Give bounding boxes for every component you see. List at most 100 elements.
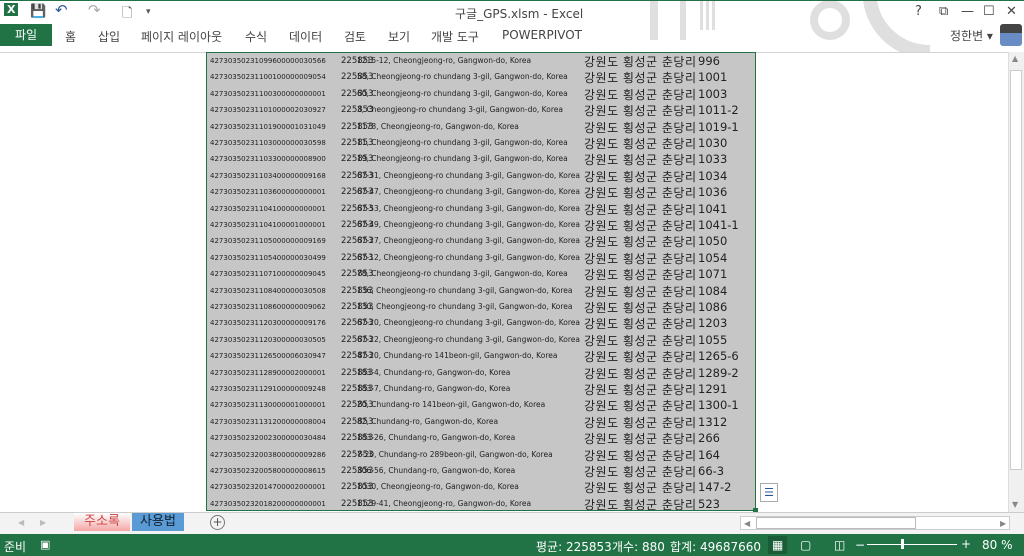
user-account[interactable]: 정한변 ▾ [950,27,993,44]
cell-region[interactable]: 강원도 횡성군 춘당리 [584,283,697,300]
horizontal-scroll-thumb[interactable] [756,517,916,529]
cell-id[interactable]: 42730350231107100000009045 [210,270,326,278]
cell-id[interactable]: 42730350231120300000009176 [210,319,326,327]
cell-region[interactable]: 강원도 횡성군 춘당리 [584,168,697,185]
avatar[interactable] [1000,24,1022,46]
cell-lot-number[interactable]: 1041-1 [698,218,739,232]
cell-region[interactable]: 강원도 횡성군 춘당리 [584,414,697,431]
add-sheet-button[interactable]: + [210,515,225,530]
tab-view[interactable]: 보기 [388,28,410,45]
table-row[interactable]: 42730350231130000001000001 225853 20, Chun… [207,397,755,413]
table-row[interactable]: 42730350231101000002030927 225853 3, Cheon… [207,102,755,118]
table-row[interactable]: 42730350231103000000030598 225853 11, Cheo… [207,135,755,151]
cell-region[interactable]: 강원도 횡성군 춘당리 [584,250,697,267]
cell-region[interactable]: 강원도 횡성군 춘당리 [584,332,697,349]
cell-lot-number[interactable]: 996 [698,54,720,68]
ribbon-display-icon[interactable]: ⧉ [939,4,948,19]
customize-qat-icon[interactable]: ▾ [146,7,151,17]
table-row[interactable]: 42730350231131200000008004 225853 82, Chun… [207,414,755,430]
cell-id[interactable]: 42730350232003800000009286 [210,451,326,459]
cell-address[interactable]: 82, Chundang-ro, Gangwon-do, Korea [357,417,583,426]
cell-lot-number[interactable]: 1001 [698,70,727,84]
cell-region[interactable]: 강원도 횡성군 춘당리 [584,496,697,510]
scroll-right-icon[interactable]: ▶ [1000,519,1006,528]
cell-lot-number[interactable]: 523 [698,497,720,510]
cell-address[interactable]: 1178, Cheongjeong-ro, Gangwon-do, Korea [357,122,583,131]
cell-address[interactable]: 183-26, Chundang-ro, Gangwon-do, Korea [357,433,583,442]
table-row[interactable]: 42730350232003800000009286 225853 7-20, Ch… [207,447,755,463]
cell-region[interactable]: 강원도 횡성군 춘당리 [584,447,697,464]
cell-address[interactable]: 7-20, Chundang-ro 289beon-gil, Gangwon-d… [357,450,583,459]
close-icon[interactable]: ✕ [1006,4,1017,19]
table-row[interactable]: 42730350231129100000009248 225853 183-7, C… [207,381,755,397]
cell-address[interactable]: 1030, Cheongjeong-ro, Gangwon-do, Korea [357,482,583,491]
cell-lot-number[interactable]: 1036 [698,185,727,199]
cell-lot-number[interactable]: 1086 [698,300,727,314]
cell-id[interactable]: 42730350231099600000030566 [210,57,326,65]
cell-lot-number[interactable]: 1203 [698,316,727,330]
cell-id[interactable]: 42730350232005800000008615 [210,467,326,475]
cell-lot-number[interactable]: 1055 [698,333,727,347]
cell-address[interactable]: 67-47, Cheongjeong-ro chundang 3-gil, Ga… [357,187,583,196]
cell-lot-number[interactable]: 1054 [698,251,727,265]
table-row[interactable]: 42730350232005800000008615 225853 306-56, … [207,463,755,479]
cell-id[interactable]: 42730350231103400000009168 [210,172,326,180]
tab-powerpivot[interactable]: POWERPIVOT [502,28,582,42]
cell-region[interactable]: 강원도 횡성군 춘당리 [584,381,697,398]
table-row[interactable]: 42730350231105000000009169 225853 67-27, C… [207,233,755,249]
cell-id[interactable]: 42730350231126500006030947 [210,352,326,360]
quick-analysis-icon[interactable]: ☰ [760,483,778,502]
cell-lot-number[interactable]: 147-2 [698,480,731,494]
cell-lot-number[interactable]: 1011-2 [698,103,739,117]
cell-region[interactable]: 강원도 횡성군 춘당리 [584,217,697,234]
minimize-icon[interactable]: — [961,4,974,19]
zoom-slider-thumb[interactable] [901,539,904,549]
cell-lot-number[interactable]: 1084 [698,284,727,298]
tab-file[interactable]: 파일 [0,24,52,46]
cell-region[interactable]: 강원도 횡성군 춘당리 [584,119,697,136]
cell-lot-number[interactable]: 66-3 [698,464,724,478]
cell-id[interactable]: 42730350231103000000030598 [210,139,326,147]
cell-address[interactable]: 47-20, Chundang-ro 141beon-gil, Gangwon-… [357,351,583,360]
cell-lot-number[interactable]: 1034 [698,169,727,183]
cell-address[interactable]: 67-53, Cheongjeong-ro chundang 3-gil, Ga… [357,204,583,213]
next-sheet-icon[interactable]: ▶ [40,518,46,527]
table-row[interactable]: 42730350231100100000009054 225853 58, Cheo… [207,69,755,85]
cell-lot-number[interactable]: 1071 [698,267,727,281]
zoom-slider[interactable] [867,544,957,545]
cell-region[interactable]: 강원도 횡성군 춘당리 [584,365,697,382]
selected-range[interactable]: 42730350231099600000030566 225853 1215-12,… [206,52,756,511]
zoom-level[interactable]: 80 % [982,538,1013,552]
cell-address[interactable]: 58, Cheongjeong-ro chundang 3-gil, Gangw… [357,72,583,81]
cell-id[interactable]: 42730350231120300000030505 [210,336,326,344]
cell-region[interactable]: 강원도 횡성군 춘당리 [584,348,697,365]
cell-address[interactable]: 60, Cheongjeong-ro chundang 3-gil, Gangw… [357,89,583,98]
table-row[interactable]: 42730350232018200000000001 225853 1129-41,… [207,496,755,510]
cell-id[interactable]: 42730350231108600000009062 [210,303,326,311]
tab-home[interactable]: 홈 [65,28,76,45]
cell-address[interactable]: 1215-12, Cheongjeong-ro, Gangwon-do, Kor… [357,56,583,65]
tab-data[interactable]: 데이터 [289,28,322,45]
cell-address[interactable]: 67-22, Cheongjeong-ro chundang 3-gil, Ga… [357,335,583,344]
cell-address[interactable]: 1129-41, Cheongjeong-ro, Gangwon-do, Kor… [357,499,583,508]
table-row[interactable]: 42730350231104100001000001 225853 67-49, C… [207,217,755,233]
cell-id[interactable]: 42730350231131200000008004 [210,418,326,426]
cell-region[interactable]: 강원도 횡성군 춘당리 [584,184,697,201]
cell-address[interactable]: 67-49, Cheongjeong-ro chundang 3-gil, Ga… [357,220,583,229]
cell-region[interactable]: 강원도 횡성군 춘당리 [584,86,697,103]
scroll-up-icon[interactable]: ▲ [1012,54,1018,63]
cell-address[interactable]: 130, Cheongjeong-ro chundang 3-gil, Gang… [357,302,583,311]
cell-region[interactable]: 강원도 횡성군 춘당리 [584,430,697,447]
cell-region[interactable]: 강원도 횡성군 춘당리 [584,102,697,119]
table-row[interactable]: 42730350231101900001031049 225853 1178, Ch… [207,119,755,135]
table-row[interactable]: 42730350231108600000009062 225853 130, Che… [207,299,755,315]
cell-region[interactable]: 강원도 횡성군 춘당리 [584,463,697,480]
cell-id[interactable]: 42730350231129100000009248 [210,385,326,393]
tab-review[interactable]: 검토 [344,28,366,45]
cell-region[interactable]: 강원도 횡성군 춘당리 [584,201,697,218]
cell-id[interactable]: 42730350231105400000030499 [210,254,326,262]
cell-region[interactable]: 강원도 횡성군 춘당리 [584,299,697,316]
save-icon[interactable]: 💾 [30,4,46,19]
cell-lot-number[interactable]: 1041 [698,202,727,216]
table-row[interactable]: 42730350231103300000008900 225853 19, Cheo… [207,151,755,167]
